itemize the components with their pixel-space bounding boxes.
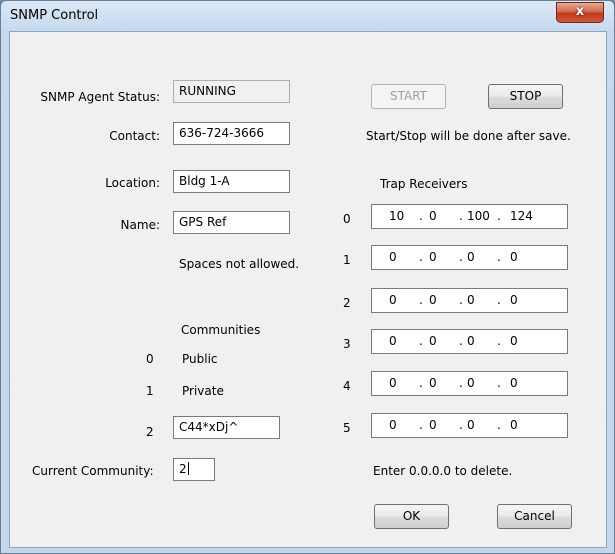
ip-octet[interactable]: 0 [467, 376, 475, 390]
ip-dot-separator: . [497, 250, 501, 264]
trap-receiver-ip-1[interactable]: 0. 0. 0. 0 [371, 245, 568, 270]
text-cursor [187, 462, 189, 475]
ip-octet[interactable]: 0 [389, 418, 397, 432]
ip-octet[interactable]: 0 [467, 250, 475, 264]
ip-dot-separator: . [419, 209, 423, 223]
ip-dot-separator: . [419, 418, 423, 432]
ip-octet[interactable]: 0 [467, 418, 475, 432]
trap-receiver-ip-4[interactable]: 0. 0. 0. 0 [371, 371, 568, 396]
window-title: SNMP Control [10, 8, 99, 23]
ip-octet[interactable]: 0 [510, 250, 518, 264]
ip-dot-separator: . [459, 418, 463, 432]
location-input[interactable]: Bldg 1-A [173, 170, 290, 193]
community-index-1: 1 [146, 384, 154, 398]
location-label: Location: [105, 176, 160, 190]
ip-octet[interactable]: 100 [467, 209, 490, 223]
ip-octet[interactable]: 0 [429, 376, 437, 390]
ip-dot-separator: . [497, 209, 501, 223]
ip-octet[interactable]: 0 [389, 293, 397, 307]
ip-octet[interactable]: 0 [429, 209, 437, 223]
trap-receiver-ip-5[interactable]: 0. 0. 0. 0 [371, 413, 568, 438]
ip-octet[interactable]: 10 [389, 209, 404, 223]
ip-dot-separator: . [459, 209, 463, 223]
ip-dot-separator: . [459, 334, 463, 348]
ip-dot-separator: . [497, 418, 501, 432]
communities-heading: Communities [181, 323, 261, 337]
name-label: Name: [120, 218, 160, 232]
trap-receiver-ip-3[interactable]: 0. 0. 0. 0 [371, 329, 568, 354]
ip-dot-separator: . [419, 293, 423, 307]
ip-octet[interactable]: 124 [510, 209, 533, 223]
ip-dot-separator: . [497, 334, 501, 348]
trap-receiver-index-3: 3 [343, 337, 351, 351]
ip-octet[interactable]: 0 [429, 418, 437, 432]
community-1-value: Private [182, 384, 224, 398]
community-0-value: Public [182, 352, 218, 366]
trap-receiver-index-2: 2 [343, 296, 351, 310]
ip-dot-separator: . [497, 376, 501, 390]
ip-octet[interactable]: 0 [467, 334, 475, 348]
snmp-control-window: SNMP Control x SNMP Agent Status: RUNNIN… [0, 0, 615, 554]
ok-button[interactable]: OK [374, 504, 449, 529]
trap-receiver-ip-0[interactable]: 10. 0. 100. 124 [371, 204, 568, 229]
ip-octet[interactable]: 0 [389, 334, 397, 348]
ip-dot-separator: . [419, 250, 423, 264]
title-bar[interactable]: SNMP Control x [1, 1, 614, 31]
trap-receiver-index-4: 4 [343, 379, 351, 393]
start-button[interactable]: START [371, 84, 446, 109]
stop-button[interactable]: STOP [488, 84, 563, 109]
community-index-0: 0 [146, 352, 154, 366]
ip-octet[interactable]: 0 [429, 293, 437, 307]
ip-octet[interactable]: 0 [429, 250, 437, 264]
ip-dot-separator: . [459, 376, 463, 390]
ip-dot-separator: . [419, 376, 423, 390]
delete-note: Enter 0.0.0.0 to delete. [373, 464, 513, 478]
current-community-value: 2 [179, 462, 187, 476]
current-community-input[interactable]: 2 [173, 458, 215, 481]
ip-octet[interactable]: 0 [510, 293, 518, 307]
contact-label: Contact: [109, 129, 160, 143]
agent-status-field: RUNNING [173, 80, 290, 103]
ip-dot-separator: . [459, 250, 463, 264]
ip-octet[interactable]: 0 [389, 250, 397, 264]
community-index-2: 2 [146, 425, 154, 439]
ip-octet[interactable]: 0 [510, 376, 518, 390]
name-input[interactable]: GPS Ref [173, 211, 290, 234]
trap-receiver-index-0: 0 [343, 212, 351, 226]
ip-octet[interactable]: 0 [429, 334, 437, 348]
ip-dot-separator: . [459, 293, 463, 307]
start-stop-note: Start/Stop will be done after save. [366, 129, 571, 143]
ip-octet[interactable]: 0 [510, 334, 518, 348]
close-icon: x [575, 4, 585, 19]
trap-receivers-heading: Trap Receivers [380, 177, 468, 191]
ip-octet[interactable]: 0 [510, 418, 518, 432]
ip-octet[interactable]: 0 [389, 376, 397, 390]
ip-octet[interactable]: 0 [467, 293, 475, 307]
agent-status-label: SNMP Agent Status: [40, 90, 160, 104]
ip-dot-separator: . [497, 293, 501, 307]
cancel-button[interactable]: Cancel [497, 504, 572, 529]
name-note: Spaces not allowed. [179, 257, 300, 271]
trap-receiver-ip-2[interactable]: 0. 0. 0. 0 [371, 288, 568, 313]
community-2-input[interactable]: C44*xDj^ [173, 416, 280, 439]
contact-input[interactable]: 636-724-3666 [173, 122, 290, 145]
ip-dot-separator: . [419, 334, 423, 348]
close-button[interactable]: x [556, 2, 604, 23]
current-community-label: Current Community: [32, 464, 154, 478]
trap-receiver-index-5: 5 [343, 421, 351, 435]
trap-receiver-index-1: 1 [343, 253, 351, 267]
dialog-client-area: SNMP Agent Status: RUNNING Contact: 636-… [9, 31, 607, 548]
